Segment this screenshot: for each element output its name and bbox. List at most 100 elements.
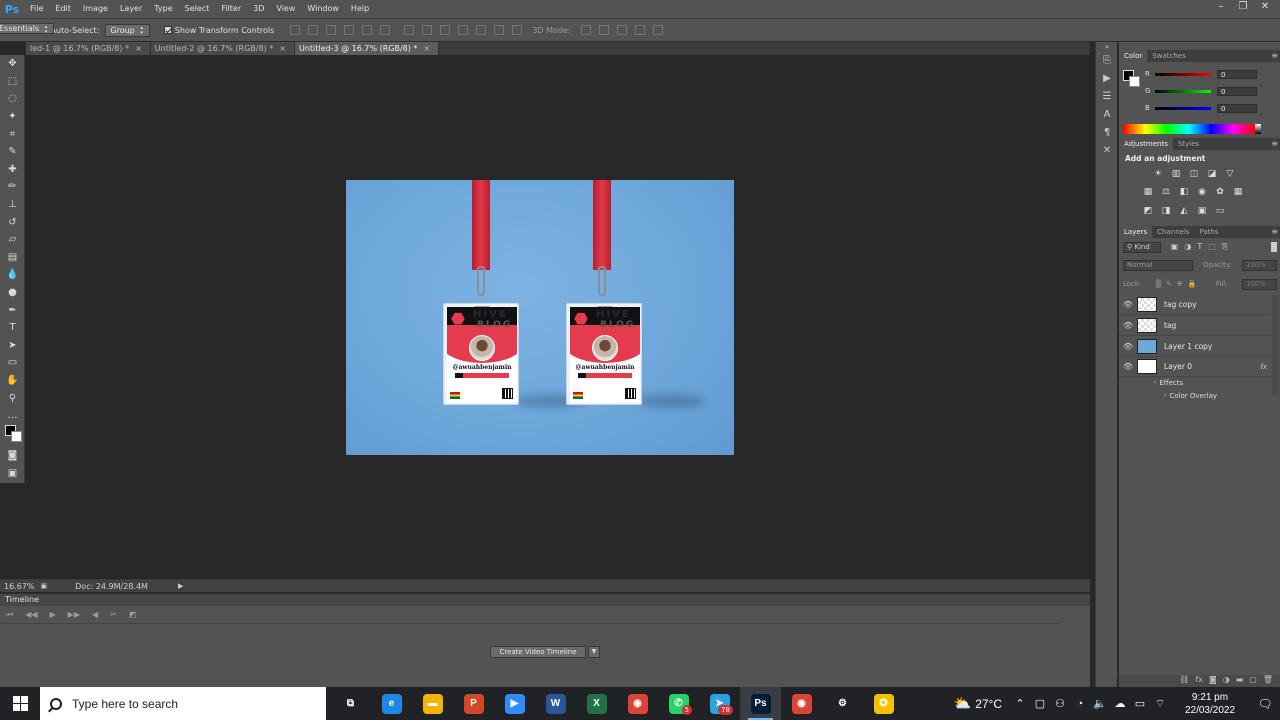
close-icon[interactable]: ✕ [1254, 0, 1276, 14]
taskbar-app-chrome[interactable]: ◉ [617, 687, 658, 720]
color-balance-icon[interactable]: ⚖ [1157, 186, 1175, 198]
vibrance-icon[interactable]: ▽ [1221, 168, 1239, 180]
create-video-timeline-button[interactable]: Create Video Timeline [490, 646, 586, 658]
3d-rotate-icon[interactable] [580, 25, 591, 35]
gradient-tool-icon[interactable]: ▤ [0, 249, 25, 267]
distribute-hcenter-icon[interactable] [476, 25, 487, 35]
volume-icon[interactable]: 🔈 [1090, 697, 1110, 710]
shape-tool-icon[interactable]: ▭ [0, 354, 25, 372]
taskbar-app-word[interactable]: W [535, 687, 576, 720]
start-button[interactable] [0, 687, 40, 720]
menu-help[interactable]: Help [345, 0, 375, 18]
crop-tool-icon[interactable]: ⌗ [0, 125, 25, 143]
tab-color[interactable]: Color [1119, 50, 1148, 62]
taskbar-app-telegram[interactable]: ➤ 78 [699, 687, 740, 720]
kind-filter-dropdown[interactable]: ⚲ Kind [1123, 241, 1161, 253]
auto-select-dropdown[interactable]: Group [105, 23, 150, 37]
tools-presets-icon[interactable]: ✕ [1096, 142, 1118, 160]
blue-value[interactable]: 0 [1217, 103, 1257, 113]
eye-icon[interactable]: 👁 [1119, 300, 1137, 309]
history-brush-icon[interactable]: ↺ [0, 213, 25, 231]
tab-channels[interactable]: Channels [1152, 226, 1194, 238]
move-tool-icon[interactable]: ✥ [0, 55, 25, 73]
menu-select[interactable]: Select [179, 0, 216, 18]
clock[interactable]: 9:21 pm 22/03/2022 [1174, 691, 1246, 717]
show-transform-checkbox[interactable] [163, 26, 172, 34]
magic-wand-icon[interactable]: ✦ [0, 108, 25, 126]
red-value[interactable]: 0 [1217, 69, 1257, 79]
cloud-icon[interactable]: ☁ [1110, 697, 1130, 710]
taskbar-app-task-view[interactable]: ⧉ [330, 687, 371, 720]
color-lookup-icon[interactable]: ▦ [1229, 186, 1247, 198]
dodge-tool-icon[interactable]: ● [0, 284, 25, 302]
align-top-icon[interactable] [290, 25, 301, 35]
eye-icon[interactable]: 👁 [1119, 362, 1137, 371]
menu-window[interactable]: Window [301, 0, 345, 18]
tab-adjustments[interactable]: Adjustments [1119, 138, 1173, 150]
workspace-dropdown[interactable]: Essentials [0, 23, 55, 34]
eye-icon[interactable]: 👁 [1119, 321, 1137, 330]
green-slider[interactable]: G 0 [1145, 85, 1277, 97]
battery-icon[interactable]: ▭ [1130, 697, 1150, 710]
blue-slider[interactable]: B 0 [1145, 102, 1277, 114]
add-mask-icon[interactable]: ◙ [1209, 675, 1217, 687]
group-icon[interactable]: ▬ [1236, 675, 1244, 687]
background-color[interactable] [11, 431, 22, 442]
3d-scale-icon[interactable] [652, 25, 663, 35]
distribute-right-icon[interactable] [494, 25, 505, 35]
align-hcenter-icon[interactable] [362, 25, 373, 35]
align-left-icon[interactable] [344, 25, 355, 35]
menu-type[interactable]: Type [148, 0, 178, 18]
restore-icon[interactable]: ❐ [1232, 0, 1254, 14]
levels-icon[interactable]: ▥ [1167, 168, 1185, 180]
layer-row[interactable]: 👁 Layer 0 fx [1119, 357, 1271, 377]
3d-drag-icon[interactable] [616, 25, 627, 35]
menu-view[interactable]: View [270, 0, 301, 18]
distribute-left-icon[interactable] [458, 25, 469, 35]
threshold-icon[interactable]: ◭ [1175, 205, 1193, 217]
notification-icon[interactable]: 🗨 [1250, 697, 1280, 711]
taskbar-app-whatsapp[interactable]: ✆ 5 [658, 687, 699, 720]
color-overlay-row[interactable]: ◦ Color Overlay [1163, 392, 1217, 400]
hue-saturation-icon[interactable]: ▦ [1139, 186, 1157, 198]
adjustment-layer-icon[interactable]: ◑ [1223, 675, 1230, 687]
healing-brush-icon[interactable]: ✚ [0, 161, 25, 179]
first-frame-icon[interactable]: ⏮ [6, 610, 13, 620]
tab-swatches[interactable]: Swatches [1147, 50, 1190, 62]
green-value[interactable]: 0 [1217, 86, 1257, 96]
export-icon[interactable]: ▣ [41, 582, 48, 590]
black-white-icon[interactable]: ◧ [1175, 186, 1193, 198]
filter-type-icons[interactable]: ▣◑T⬚⎘ [1171, 242, 1234, 252]
taskbar-search[interactable]: Type here to search [40, 687, 326, 720]
close-icon[interactable]: × [135, 44, 142, 53]
menu-file[interactable]: File [24, 0, 49, 18]
hand-tool-icon[interactable]: ✋ [0, 372, 25, 390]
menu-filter[interactable]: Filter [215, 0, 247, 18]
tab-styles[interactable]: Styles [1173, 138, 1204, 150]
lock-icons[interactable]: ▒✎✥🔒 [1156, 280, 1202, 288]
layer-row[interactable]: 👁 tag [1119, 316, 1271, 336]
status-menu-arrow-icon[interactable]: ▶ [178, 582, 183, 590]
exposure-icon[interactable]: ◪ [1203, 168, 1221, 180]
close-icon[interactable]: × [423, 44, 430, 53]
weather-widget[interactable]: ⛅ 27°C [954, 695, 1002, 712]
distribute-bottom-icon[interactable] [440, 25, 451, 35]
layer-row[interactable]: 👁 Layer 1 copy [1119, 337, 1271, 357]
zoom-level[interactable]: 16.67% [4, 582, 35, 591]
transition-icon[interactable]: ◩ [129, 610, 137, 619]
play-icon[interactable]: ▶ [50, 610, 56, 619]
paragraph-icon[interactable]: ¶ [1096, 124, 1118, 142]
tab-untitled-1[interactable]: led-1 @ 16.7% (RGB/8) * × [26, 42, 151, 55]
taskbar-app-excel[interactable]: X [576, 687, 617, 720]
lasso-tool-icon[interactable]: ◌ [0, 90, 25, 108]
taskbar-app-settings[interactable]: ⚙ [822, 687, 863, 720]
chevron-down-icon[interactable]: ▼ [588, 646, 600, 658]
taskbar-app-edge[interactable]: e [371, 687, 412, 720]
close-icon[interactable]: × [279, 44, 286, 53]
menu-edit[interactable]: Edit [49, 0, 77, 18]
clone-stamp-icon[interactable]: ⊥ [0, 196, 25, 214]
prev-frame-icon[interactable]: ◀◀ [25, 610, 37, 619]
usb-icon[interactable]: ⚇ [1050, 697, 1070, 710]
next-frame-icon[interactable]: ▶▶ [68, 610, 80, 619]
distribute-vcenter-icon[interactable] [422, 25, 433, 35]
